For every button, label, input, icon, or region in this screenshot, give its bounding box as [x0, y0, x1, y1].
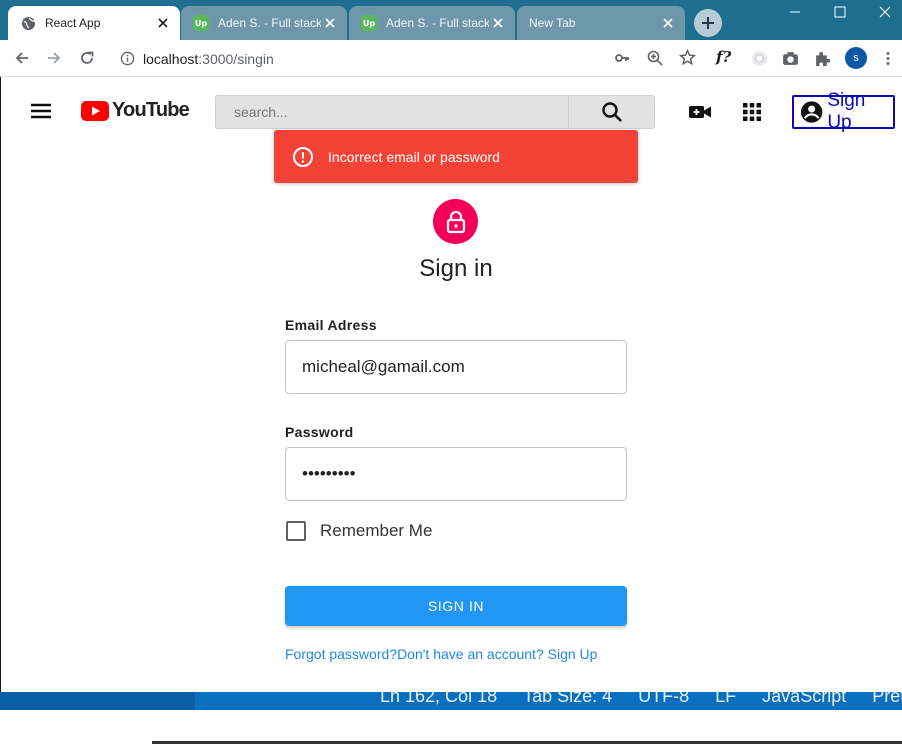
desktop-strip	[0, 710, 902, 744]
back-button[interactable]	[8, 44, 36, 72]
reload-icon	[81, 51, 94, 64]
zoom-icon[interactable]	[647, 50, 663, 71]
statusbar-encoding[interactable]: UTF-8	[638, 692, 689, 707]
remember-label: Remember Me	[320, 521, 433, 540]
window-close-button[interactable]	[862, 0, 902, 24]
account-circle-icon	[800, 101, 823, 123]
statusbar-position[interactable]: Ln 162, Col 18	[380, 692, 497, 707]
browser-toolbar: localhost:3000/singin f? s	[0, 40, 902, 77]
statusbar-items: Ln 162, Col 18 Tab Size: 4 UTF-8 LF Java…	[380, 692, 902, 707]
youtube-logo[interactable]: YouTube	[81, 99, 190, 122]
reload-button[interactable]	[73, 44, 101, 72]
create-video-button[interactable]	[687, 99, 713, 125]
upwork-icon: Up	[361, 15, 377, 31]
remember-me[interactable]: Remember Me	[285, 521, 432, 541]
camera-icon[interactable]	[782, 50, 799, 72]
app-viewport: YouTube Sign Up	[0, 77, 902, 692]
minimize-icon	[790, 11, 800, 13]
statusbar-prettier[interactable]: Prettier: ✓	[872, 692, 902, 707]
maximize-button[interactable]	[817, 0, 863, 24]
extension-circle-icon[interactable]	[751, 50, 768, 72]
extension-fontface-icon[interactable]: f?	[716, 48, 731, 66]
info-icon[interactable]	[120, 51, 135, 71]
puzzle-icon[interactable]	[814, 50, 831, 72]
close-icon[interactable]	[154, 14, 172, 32]
star-icon[interactable]	[678, 48, 697, 71]
tab-title: Aden S. - Full stack	[218, 16, 321, 30]
apps-button[interactable]	[739, 99, 765, 125]
search-input[interactable]	[215, 95, 568, 129]
page-title: Sign in	[419, 255, 493, 282]
maximize-icon	[834, 6, 846, 18]
minimize-button[interactable]	[772, 0, 818, 24]
search-button[interactable]	[568, 95, 655, 129]
hamburger-icon	[31, 103, 51, 119]
header-signup-button[interactable]: Sign Up	[792, 90, 895, 133]
close-icon[interactable]	[321, 14, 339, 32]
close-icon[interactable]	[489, 14, 507, 32]
password-label: Password	[285, 424, 354, 440]
tab-title: New Tab	[529, 16, 576, 30]
statusbar-eol[interactable]: LF	[715, 692, 736, 707]
error-outline-icon	[293, 146, 313, 167]
email-field[interactable]: micheal@gamail.com	[285, 340, 627, 394]
alert-message: Incorrect email or password	[328, 148, 500, 165]
error-alert: Incorrect email or password	[274, 130, 638, 183]
header-signup-label: Sign Up	[827, 90, 866, 133]
tab-title: Aden S. - Full stack	[386, 16, 489, 30]
arrow-right-icon	[48, 52, 61, 64]
new-tab-button[interactable]	[694, 9, 722, 37]
youtube-play-icon	[81, 100, 109, 121]
upwork-icon: Up	[193, 15, 209, 31]
lock-icon	[446, 210, 465, 233]
close-icon[interactable]	[659, 14, 677, 32]
forward-button[interactable]	[40, 44, 68, 72]
tab-react-app[interactable]: React App	[8, 6, 180, 40]
sign-in-button[interactable]: SIGN IN	[285, 586, 627, 626]
statusbar-tabsize[interactable]: Tab Size: 4	[523, 692, 612, 707]
search-bar	[215, 95, 655, 129]
plus-icon	[702, 17, 714, 29]
email-label: Email Adress	[285, 317, 377, 333]
forgot-password-link[interactable]: Forgot password?	[285, 646, 397, 662]
key-icon[interactable]	[614, 50, 630, 71]
tab-upwork-1[interactable]: Up Aden S. - Full stack	[181, 6, 347, 40]
tab-upwork-2[interactable]: Up Aden S. - Full stack	[349, 6, 515, 40]
globe-icon	[20, 15, 36, 31]
editor-statusbar: Ln 162, Col 18 Tab Size: 4 UTF-8 LF Java…	[0, 692, 902, 710]
logo-text: YouTube	[112, 99, 190, 121]
password-field[interactable]: •••••••••	[285, 447, 627, 501]
profile-avatar[interactable]: s	[845, 47, 867, 69]
url-text: localhost:3000/singin	[143, 51, 274, 67]
address-bar[interactable]: localhost:3000/singin	[110, 44, 706, 73]
lock-avatar	[433, 199, 478, 244]
apps-grid-icon	[743, 103, 761, 121]
arrow-left-icon	[15, 52, 28, 64]
search-icon	[601, 102, 622, 122]
menu-button[interactable]	[27, 99, 55, 123]
screen: React App Up Aden S. - Full stack Up Ade…	[0, 0, 902, 744]
kebab-menu-icon[interactable]	[880, 50, 896, 72]
remember-checkbox[interactable]	[286, 521, 306, 541]
close-icon	[879, 6, 891, 18]
browser-tabstrip: React App Up Aden S. - Full stack Up Ade…	[0, 0, 902, 40]
auth-links: Forgot password? Don't have an account? …	[285, 646, 645, 662]
video-camera-icon	[689, 106, 711, 118]
tab-new-tab[interactable]: New Tab	[517, 6, 685, 40]
statusbar-language[interactable]: JavaScript	[762, 692, 846, 707]
sign-up-link[interactable]: Don't have an account? Sign Up	[397, 646, 597, 662]
tab-title: React App	[45, 16, 101, 30]
